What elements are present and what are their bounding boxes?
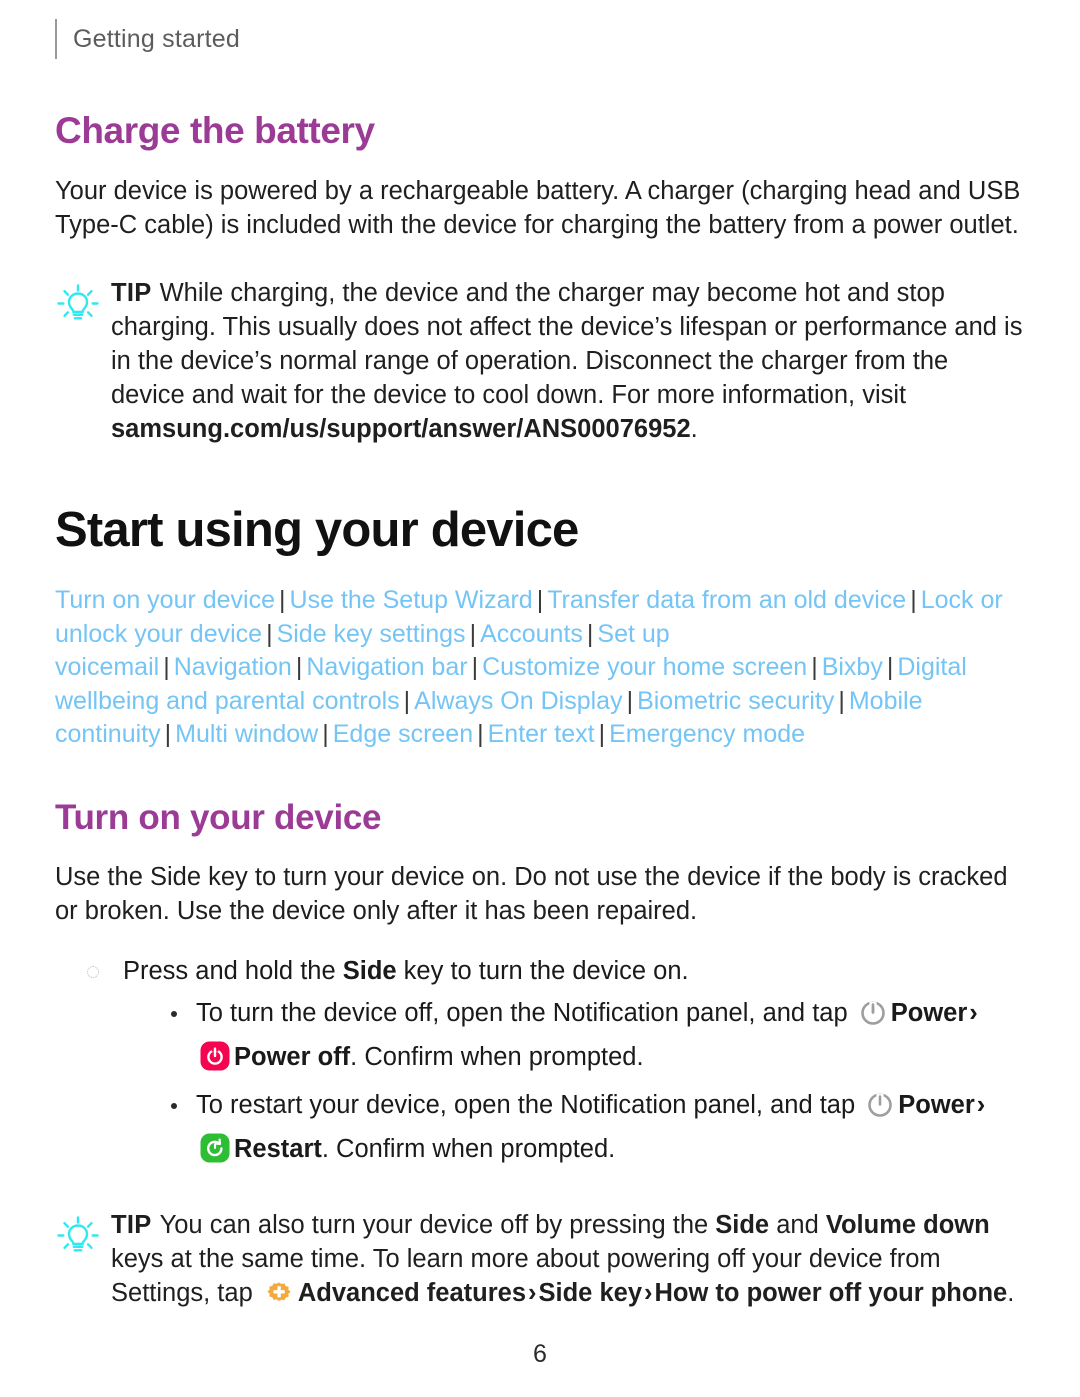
xref-link-transfer-data-from-an-old-device[interactable]: Transfer data from an old device	[547, 586, 906, 614]
xref-link-emergency-mode[interactable]: Emergency mode	[609, 720, 805, 748]
xref-separator: |	[811, 653, 818, 681]
list-item-power-off: To turn the device off, open the Notific…	[171, 994, 1025, 1082]
power-outline-icon	[866, 1091, 894, 1130]
xref-separator: |	[886, 653, 894, 681]
tip-label: TIP	[111, 279, 152, 307]
tip2-bold-how-to-power-off: How to power off your phone	[654, 1278, 1008, 1307]
xref-separator: |	[322, 720, 329, 748]
xref-link-use-the-setup-wizard[interactable]: Use the Setup Wizard	[290, 586, 533, 614]
round-bullet-icon	[171, 1010, 177, 1017]
tip2-part1: You can also turn your device off by pre…	[159, 1210, 716, 1239]
turn-on-device-body: Use the Side key to turn your device on.…	[55, 862, 1008, 925]
power-off-icon	[200, 1041, 230, 1082]
tip-label: TIP	[111, 1210, 152, 1239]
chevron-right-icon: ›	[969, 998, 978, 1027]
restart-text-before: To restart your device, open the Notific…	[196, 1090, 863, 1119]
chevron-right-icon: ›	[644, 1278, 653, 1307]
power-off-label: Power off	[234, 1042, 351, 1071]
xref-separator: |	[403, 686, 411, 715]
step-text-after: key to turn the device on.	[396, 956, 689, 985]
advanced-features-gear-icon	[264, 1277, 294, 1316]
round-bullet-icon	[171, 1102, 177, 1109]
header-divider-rule	[55, 19, 57, 59]
tip-charging-main-text: While charging, the device and the charg…	[111, 279, 1023, 409]
xref-link-customize-your-home-screen[interactable]: Customize your home screen	[482, 653, 807, 681]
xref-link-bixby[interactable]: Bixby	[822, 653, 883, 681]
xref-link-turn-on-your-device[interactable]: Turn on your device	[55, 586, 275, 614]
xref-separator: |	[586, 619, 594, 648]
list-item-restart: To restart your device, open the Notific…	[171, 1086, 1025, 1174]
xref-link-navigation[interactable]: Navigation	[174, 653, 292, 681]
xref-separator: |	[295, 653, 303, 681]
xref-separator: |	[266, 619, 273, 648]
sub-title-turn-on-your-device: Turn on your device	[55, 797, 382, 837]
tip2-bold-side: Side	[715, 1210, 770, 1239]
chapter-title-start-using-your-device: Start using your device	[55, 503, 579, 557]
step-bold-side: Side	[342, 956, 397, 985]
xref-separator: |	[279, 586, 286, 614]
lightbulb-icon	[55, 282, 101, 322]
chevron-right-icon: ›	[528, 1278, 537, 1307]
xref-link-navigation-bar[interactable]: Navigation bar	[306, 653, 467, 681]
chevron-right-icon: ›	[976, 1090, 986, 1119]
xref-separator: |	[598, 720, 606, 748]
xref-link-side-key-settings[interactable]: Side key settings	[277, 620, 466, 648]
xref-link-always-on-display[interactable]: Always On Display	[414, 687, 622, 715]
xref-link-edge-screen[interactable]: Edge screen	[333, 720, 473, 748]
running-header: Getting started	[55, 0, 1025, 64]
tip-charging-text: TIP While charging, the device and the ch…	[111, 276, 1025, 446]
tip2-part4: .	[1007, 1278, 1015, 1307]
xref-separator: |	[477, 720, 484, 748]
xref-separator: |	[626, 686, 634, 715]
xref-link-biometric-security[interactable]: Biometric security	[637, 687, 834, 715]
circle-bullet-icon	[87, 965, 99, 978]
restart-icon	[200, 1133, 230, 1174]
tip-block-power-off: TIP You can also turn your device off by …	[55, 1208, 1025, 1316]
restart-text-after: . Confirm when prompted.	[321, 1134, 616, 1163]
xref-separator: |	[164, 720, 172, 748]
xref-separator: |	[471, 653, 479, 681]
cross-reference-link-list: Turn on your device | Use the Setup Wizard…	[55, 584, 1020, 752]
section-title-charge-the-battery: Charge the battery	[55, 110, 375, 151]
xref-link-multi-window[interactable]: Multi window	[175, 720, 318, 748]
power-off-text-after: . Confirm when prompted.	[350, 1042, 644, 1071]
tip2-bold-advanced-features: Advanced features	[297, 1278, 527, 1307]
power-label: Power	[890, 998, 968, 1027]
power-label: Power	[898, 1090, 975, 1119]
document-page: Getting started Charge the battery Your …	[0, 0, 1080, 1397]
xref-separator: |	[469, 619, 477, 648]
tip2-bold-side-key: Side key	[538, 1278, 642, 1307]
xref-link-enter-text[interactable]: Enter text	[488, 720, 595, 748]
power-outline-icon	[859, 999, 887, 1038]
charge-battery-body: Your device is powered by a rechargeable…	[55, 177, 1021, 239]
tip2-bold-volume-down: Volume down	[825, 1210, 990, 1239]
xref-link-accounts[interactable]: Accounts	[480, 620, 583, 648]
page-number: 6	[533, 1340, 547, 1368]
restart-label: Restart	[234, 1134, 322, 1163]
xref-separator: |	[536, 586, 544, 614]
support-url-link[interactable]: samsung.com/us/support/answer/ANS0007695…	[111, 415, 691, 443]
tip-charging-trailing-text: .	[690, 415, 698, 443]
running-header-title: Getting started	[73, 24, 240, 53]
tip-block-charging: TIP While charging, the device and the ch…	[55, 276, 1025, 446]
xref-separator: |	[838, 686, 845, 715]
lightbulb-icon	[55, 1214, 101, 1254]
tip-power-off-text: TIP You can also turn your device off by …	[111, 1208, 1025, 1316]
xref-separator: |	[910, 586, 917, 614]
list-item-press-and-hold-side: Press and hold the Side key to turn the …	[87, 954, 1025, 1174]
instruction-list: Press and hold the Side key to turn the …	[55, 954, 1025, 1174]
tip2-part2: and	[769, 1210, 826, 1239]
sub-instruction-list: To turn the device off, open the Notific…	[123, 994, 1025, 1174]
xref-separator: |	[163, 653, 170, 681]
step-text-before: Press and hold the	[123, 956, 343, 985]
power-off-text-before: To turn the device off, open the Notific…	[196, 998, 855, 1027]
